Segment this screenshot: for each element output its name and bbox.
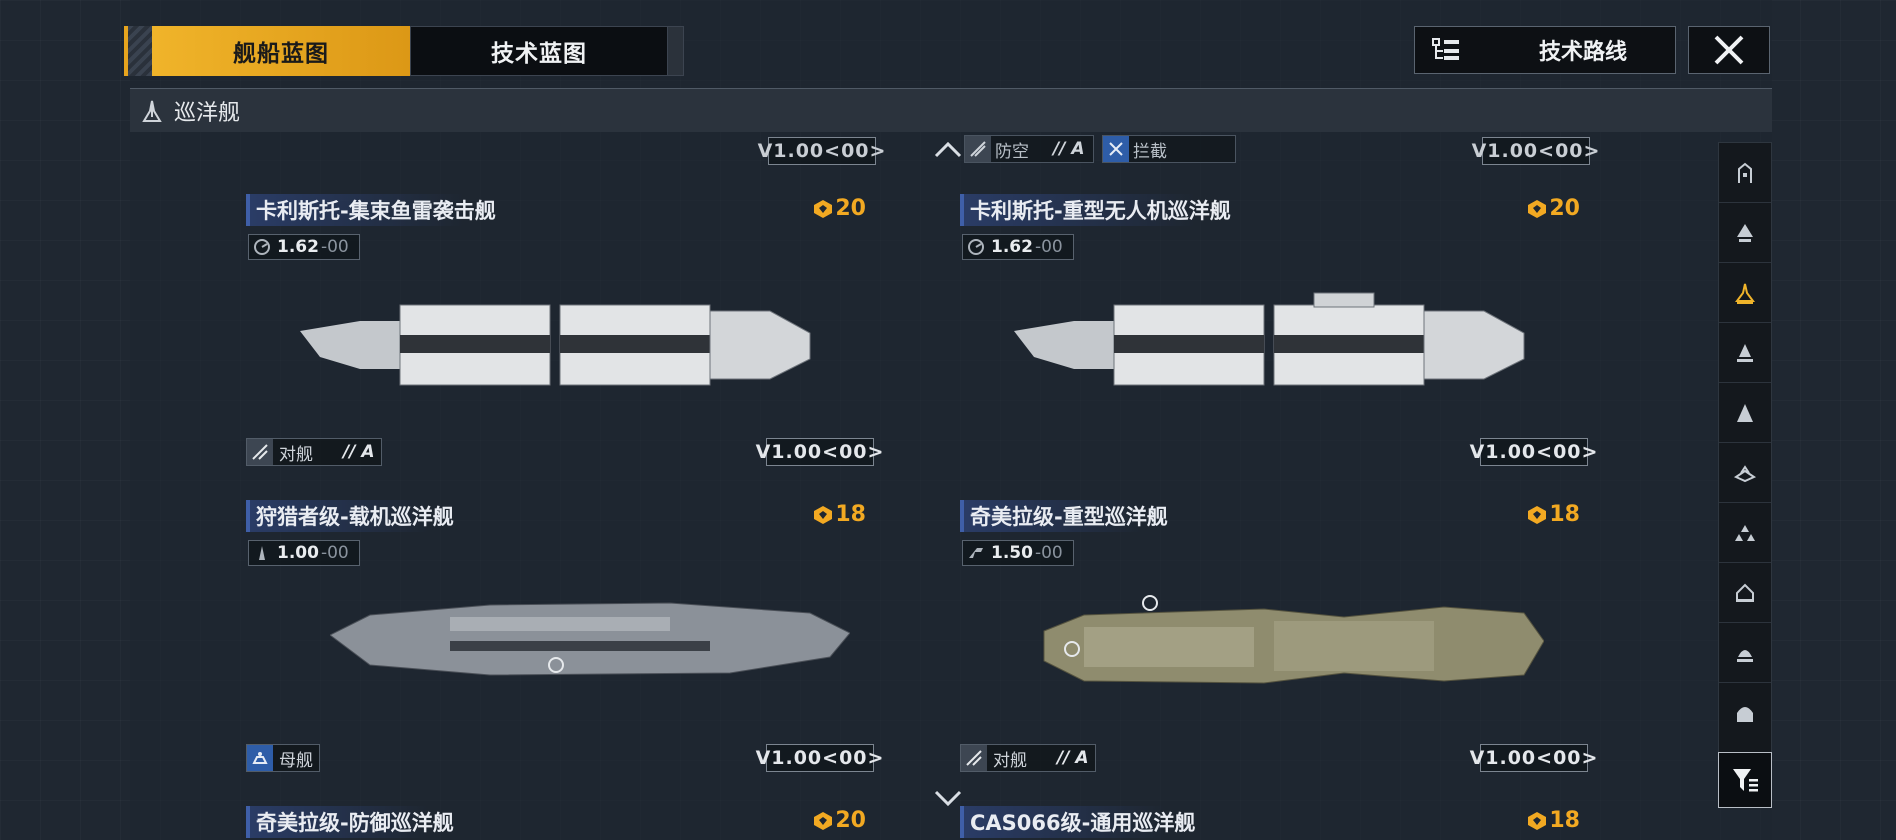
speed-value: 1.50	[991, 543, 1033, 563]
ship-list: V1.00<00> 防空 // A 拦截 V1.00<00> 卡利斯托-集束鱼雷…	[130, 132, 1710, 840]
carrier-icon	[1733, 464, 1757, 482]
section-header: 巡洋舰	[130, 88, 1772, 132]
cost-icon	[1528, 505, 1547, 524]
filter-cruiser[interactable]	[1719, 263, 1771, 323]
cost-value: 18	[1549, 502, 1580, 527]
ship-title: 卡利斯托-集束鱼雷袭击舰	[246, 194, 502, 226]
ship-cost: 18	[1527, 808, 1580, 833]
filter-support[interactable]	[1719, 503, 1771, 563]
ship-image	[1043, 595, 1544, 684]
support-icon	[1735, 524, 1755, 541]
close-icon	[1714, 35, 1744, 65]
base-icon	[1737, 707, 1753, 722]
cruiser-icon	[1735, 283, 1755, 304]
outpost-icon	[1737, 649, 1753, 662]
ship-image	[330, 602, 850, 676]
filter-outpost[interactable]	[1719, 623, 1771, 683]
frigate-icon	[1738, 162, 1752, 183]
cost-icon	[1528, 811, 1547, 830]
ship-speed: 1.62 -00	[248, 234, 360, 260]
cost-icon	[1528, 199, 1547, 218]
speed-suffix: -00	[1034, 543, 1063, 563]
speed-icon	[249, 235, 275, 259]
filter-base[interactable]	[1719, 683, 1771, 743]
filter-battlecruiser[interactable]	[1719, 323, 1771, 383]
ship-title: 狩猎者级-载机巡洋舰	[246, 500, 460, 532]
ship-title: CAS066级-通用巡洋舰	[960, 806, 1202, 838]
station-icon	[1736, 583, 1754, 602]
speed-value: 1.62	[277, 237, 319, 257]
cost-icon	[814, 199, 833, 218]
ship-image	[1014, 292, 1525, 386]
battlecruiser-icon	[1737, 343, 1753, 362]
tech-tree-icon	[1432, 38, 1459, 60]
ship-card[interactable]: 奇美拉级-防御巡洋舰 20	[130, 744, 874, 840]
speed-icon	[249, 541, 275, 565]
tab-bar: 舰船蓝图 技术蓝图	[124, 26, 684, 76]
tech-route-label: 技术路线	[1539, 40, 1628, 65]
cost-icon	[814, 811, 833, 830]
filter-button[interactable]	[1718, 752, 1772, 808]
ship-speed: 1.00 -00	[248, 540, 360, 566]
speed-value: 1.00	[277, 543, 319, 563]
ship-cost: 20	[1527, 196, 1580, 221]
speed-icon	[963, 541, 989, 565]
filter-frigate[interactable]	[1719, 143, 1771, 203]
destroyer-icon	[1737, 223, 1753, 242]
battleship-icon	[1737, 403, 1753, 422]
tab-tech-blueprints[interactable]: 技术蓝图	[410, 26, 668, 76]
speed-suffix: -00	[320, 237, 349, 257]
close-button[interactable]	[1688, 26, 1770, 74]
cost-value: 18	[1549, 808, 1580, 833]
tech-route-button[interactable]: 技术路线	[1414, 26, 1676, 74]
ship-cost: 18	[1527, 502, 1580, 527]
filter-destroyer[interactable]	[1719, 203, 1771, 263]
filter-battleship[interactable]	[1719, 383, 1771, 443]
cost-value: 20	[1549, 196, 1580, 221]
tab-ship-blueprints[interactable]: 舰船蓝图	[152, 26, 410, 76]
ship-card[interactable]: 卡利斯托-重型无人机巡洋舰 20 1.62 -00 V1.00<00>	[844, 132, 1597, 472]
ship-speed: 1.62 -00	[962, 234, 1074, 260]
cruiser-icon	[142, 100, 162, 122]
ship-card[interactable]: CAS066级-通用巡洋舰 18	[844, 744, 1588, 840]
cost-icon	[814, 505, 833, 524]
speed-suffix: -00	[1034, 237, 1063, 257]
ship-title: 卡利斯托-重型无人机巡洋舰	[960, 194, 1237, 226]
tab-bar-end	[668, 26, 684, 76]
filter-station[interactable]	[1719, 563, 1771, 623]
filter-icon	[1733, 769, 1758, 792]
ship-image	[300, 304, 811, 386]
speed-value: 1.62	[991, 237, 1033, 257]
ship-title: 奇美拉级-防御巡洋舰	[246, 806, 460, 838]
tab-bar-accent	[124, 26, 152, 76]
ship-title: 奇美拉级-重型巡洋舰	[960, 500, 1174, 532]
section-title: 巡洋舰	[174, 100, 241, 126]
ship-card[interactable]: 卡利斯托-集束鱼雷袭击舰 20 1.62 -00 对舰 // A V1.00<0…	[130, 132, 883, 472]
speed-suffix: -00	[320, 543, 349, 563]
speed-icon	[963, 235, 989, 259]
ship-speed: 1.50 -00	[962, 540, 1074, 566]
ship-class-filter	[1718, 142, 1772, 808]
ship-card[interactable]: 奇美拉级-重型巡洋舰 18 1.50 -00 对舰 // A V1.00<00>	[844, 438, 1597, 778]
ship-card[interactable]: 狩猎者级-载机巡洋舰 18 1.00 -00 母舰 V1.00<00>	[130, 438, 883, 778]
filter-carrier[interactable]	[1719, 443, 1771, 503]
